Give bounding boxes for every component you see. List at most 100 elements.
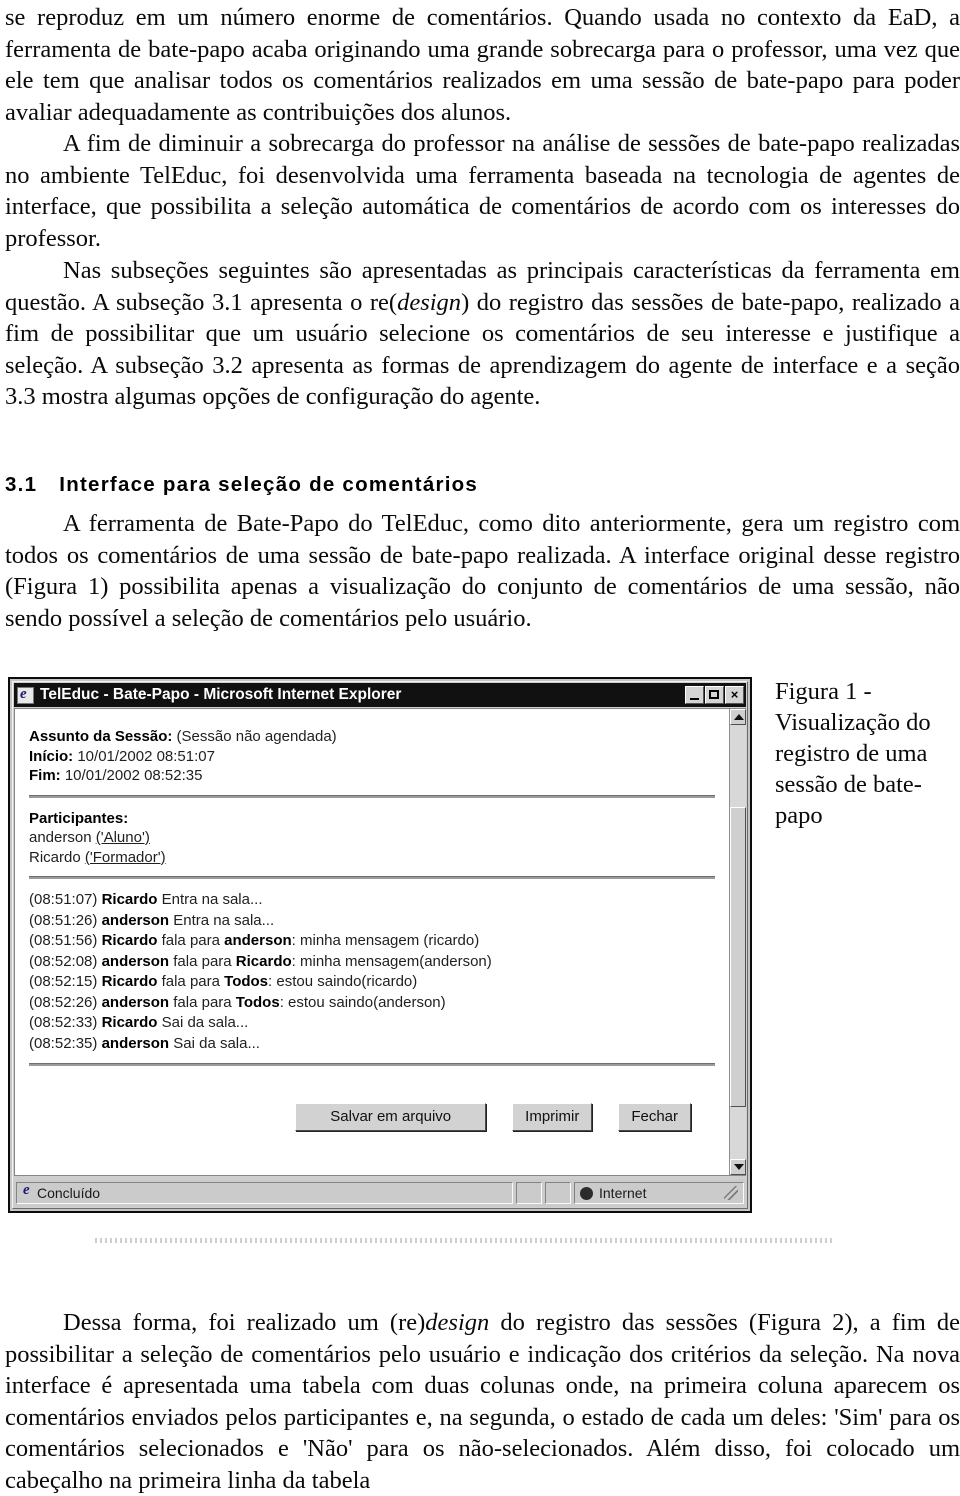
chat-time: (08:52:08) [29,952,98,970]
status-spacer-cell-2 [545,1182,571,1204]
chat-target: Todos [235,993,280,1011]
paragraph-5-italic-design: design [425,1309,490,1336]
paragraph-3-italic-design: design [397,288,462,316]
browser-titlebar: TelEduc - Bate-Papo - Microsoft Internet… [14,683,746,707]
security-zone-text: Internet [599,1185,647,1201]
chat-log-entry: (08:52:15) Ricardo fala para Todos: esto… [29,972,715,993]
section-heading: 3.1 Interface para seleção de comentários [5,473,478,497]
security-zone-cell: Internet [574,1182,744,1204]
paragraph-2-text: A fim de diminuir a sobrecarga do profes… [5,130,960,252]
session-start-label: Início: [29,747,74,765]
browser-content-area: Assunto da Sessão: (Sessão não agendada)… [14,708,746,1176]
chat-action: fala para [173,993,232,1011]
section-number: 3.1 [5,473,38,496]
browser-window-frame: TelEduc - Bate-Papo - Microsoft Internet… [12,681,748,1209]
browser-statusbar: Concluído Internet [14,1179,746,1207]
chat-message: : minha mensagem (ricardo) [291,932,480,949]
paragraph-3: Nas subseções seguintes são apresentadas… [0,255,960,413]
chat-speaker: anderson [101,952,170,970]
chat-time: (08:51:07) [29,891,98,908]
participant-role: ('Formador') [84,848,166,866]
ie-logo-icon [17,686,34,704]
chat-action: Sai da sala... [173,1034,260,1052]
divider-1 [29,794,715,798]
chat-log-list: (08:51:07) Ricardo Entra na sala... (08:… [29,890,715,1054]
chat-message: : estou saindo(ricardo) [268,973,418,990]
chat-target: anderson [224,932,292,949]
chat-time: (08:52:26) [29,993,98,1011]
paragraph-5: Dessa forma, foi realizado um (re)design… [0,1307,960,1496]
scan-artifact [95,1238,835,1243]
divider-3 [29,1063,715,1066]
chat-log-entry: (08:52:08) anderson fala para Ricardo: m… [29,952,715,973]
chat-time: (08:51:26) [29,911,98,929]
section-title: Interface para seleção de comentários [59,473,479,496]
action-button-row: Salvar em arquivo Imprimir Fechar [29,1077,715,1131]
session-end-label: Fim: [29,767,61,784]
session-end-value: 10/01/2002 08:52:35 [64,767,203,784]
session-start-line: Início: 10/01/2002 08:51:07 [29,747,715,767]
chat-record-page: Assunto da Sessão: (Sessão não agendada)… [15,709,729,1175]
chat-log-entry: (08:52:35) anderson Sai da sala... [29,1034,715,1055]
status-message-cell: Concluído [16,1182,513,1204]
minimize-button[interactable] [685,686,704,704]
document-page: se reproduz em um número enorme de comen… [0,0,960,1494]
participants-label-text: Participantes: [29,809,129,827]
chat-log-entry: (08:51:07) Ricardo Entra na sala... [29,890,715,911]
chat-target: Ricardo [235,952,292,970]
chat-log-entry: (08:52:33) Ricardo Sai da sala... [29,1013,715,1034]
session-subject-label: Assunto da Sessão: [29,728,173,745]
chat-log-entry: (08:51:26) anderson Entra na sala... [29,911,715,932]
chat-target: Todos [224,973,269,990]
maximize-button[interactable] [705,686,724,704]
chat-message: : minha mensagem(anderson) [291,952,492,970]
scroll-down-arrow-icon[interactable] [730,1159,746,1175]
save-to-file-button[interactable]: Salvar em arquivo [295,1103,487,1131]
session-end-line: Fim: 10/01/2002 08:52:35 [29,766,715,786]
status-text: Concluído [37,1185,101,1201]
chat-speaker: Ricardo [101,1014,158,1031]
scrollbar-thumb[interactable] [730,807,746,1107]
chat-speaker: anderson [101,993,170,1011]
status-spacer-cell-1 [516,1182,542,1204]
chat-speaker: Ricardo [101,932,158,949]
chat-speaker: anderson [101,911,170,929]
paragraph-5-text-a: Dessa forma, foi realizado um (re) [63,1309,426,1336]
session-subject-line: Assunto da Sessão: (Sessão não agendada) [29,727,715,747]
chat-message: : estou saindo(anderson) [279,993,446,1011]
chat-action: Entra na sala... [173,911,275,929]
participants-label: Participantes: [29,809,715,829]
chat-log-entry: (08:52:26) anderson fala para Todos: est… [29,993,715,1014]
close-window-button[interactable]: Fechar [618,1103,691,1131]
scroll-up-arrow-icon[interactable] [730,709,746,725]
window-controls: × [685,686,744,704]
paragraph-2: A fim de diminuir a sobrecarga do profes… [0,128,960,254]
chat-action: fala para [161,973,220,990]
participant-name: anderson [29,829,92,846]
chat-speaker: Ricardo [101,973,158,990]
browser-title: TelEduc - Bate-Papo - Microsoft Internet… [40,686,402,703]
chat-action: Sai da sala... [161,1014,249,1031]
chat-speaker: anderson [101,1034,170,1052]
session-start-value: 10/01/2002 08:51:07 [77,747,215,765]
vertical-scrollbar[interactable] [729,709,746,1175]
participant-name: Ricardo [29,848,81,866]
chat-action: fala para [173,952,232,970]
globe-icon [580,1186,593,1200]
figure-1-browser-window: TelEduc - Bate-Papo - Microsoft Internet… [8,677,752,1213]
ie-logo-icon [22,1182,37,1201]
figure-1-caption: Figura 1 - Visualização do registro de u… [775,678,931,829]
participant-row: anderson ('Aluno') [29,828,715,848]
chat-action: fala para [161,932,220,949]
paragraph-5-text-b: do registro das sessões (Figura 2), a fi… [5,1309,960,1494]
paragraph-4-text: A ferramenta de Bate-Papo do TelEduc, co… [5,510,960,632]
session-subject-value: (Sessão não agendada) [176,728,337,745]
paragraph-4: A ferramenta de Bate-Papo do TelEduc, co… [0,508,960,634]
close-button[interactable]: × [725,686,744,704]
resize-grip-icon[interactable] [724,1186,738,1200]
chat-time: (08:52:35) [29,1034,98,1052]
print-button[interactable]: Imprimir [512,1103,593,1131]
chat-time: (08:52:15) [29,973,98,990]
chat-time: (08:51:56) [29,932,98,949]
participant-role: ('Aluno') [95,829,150,846]
